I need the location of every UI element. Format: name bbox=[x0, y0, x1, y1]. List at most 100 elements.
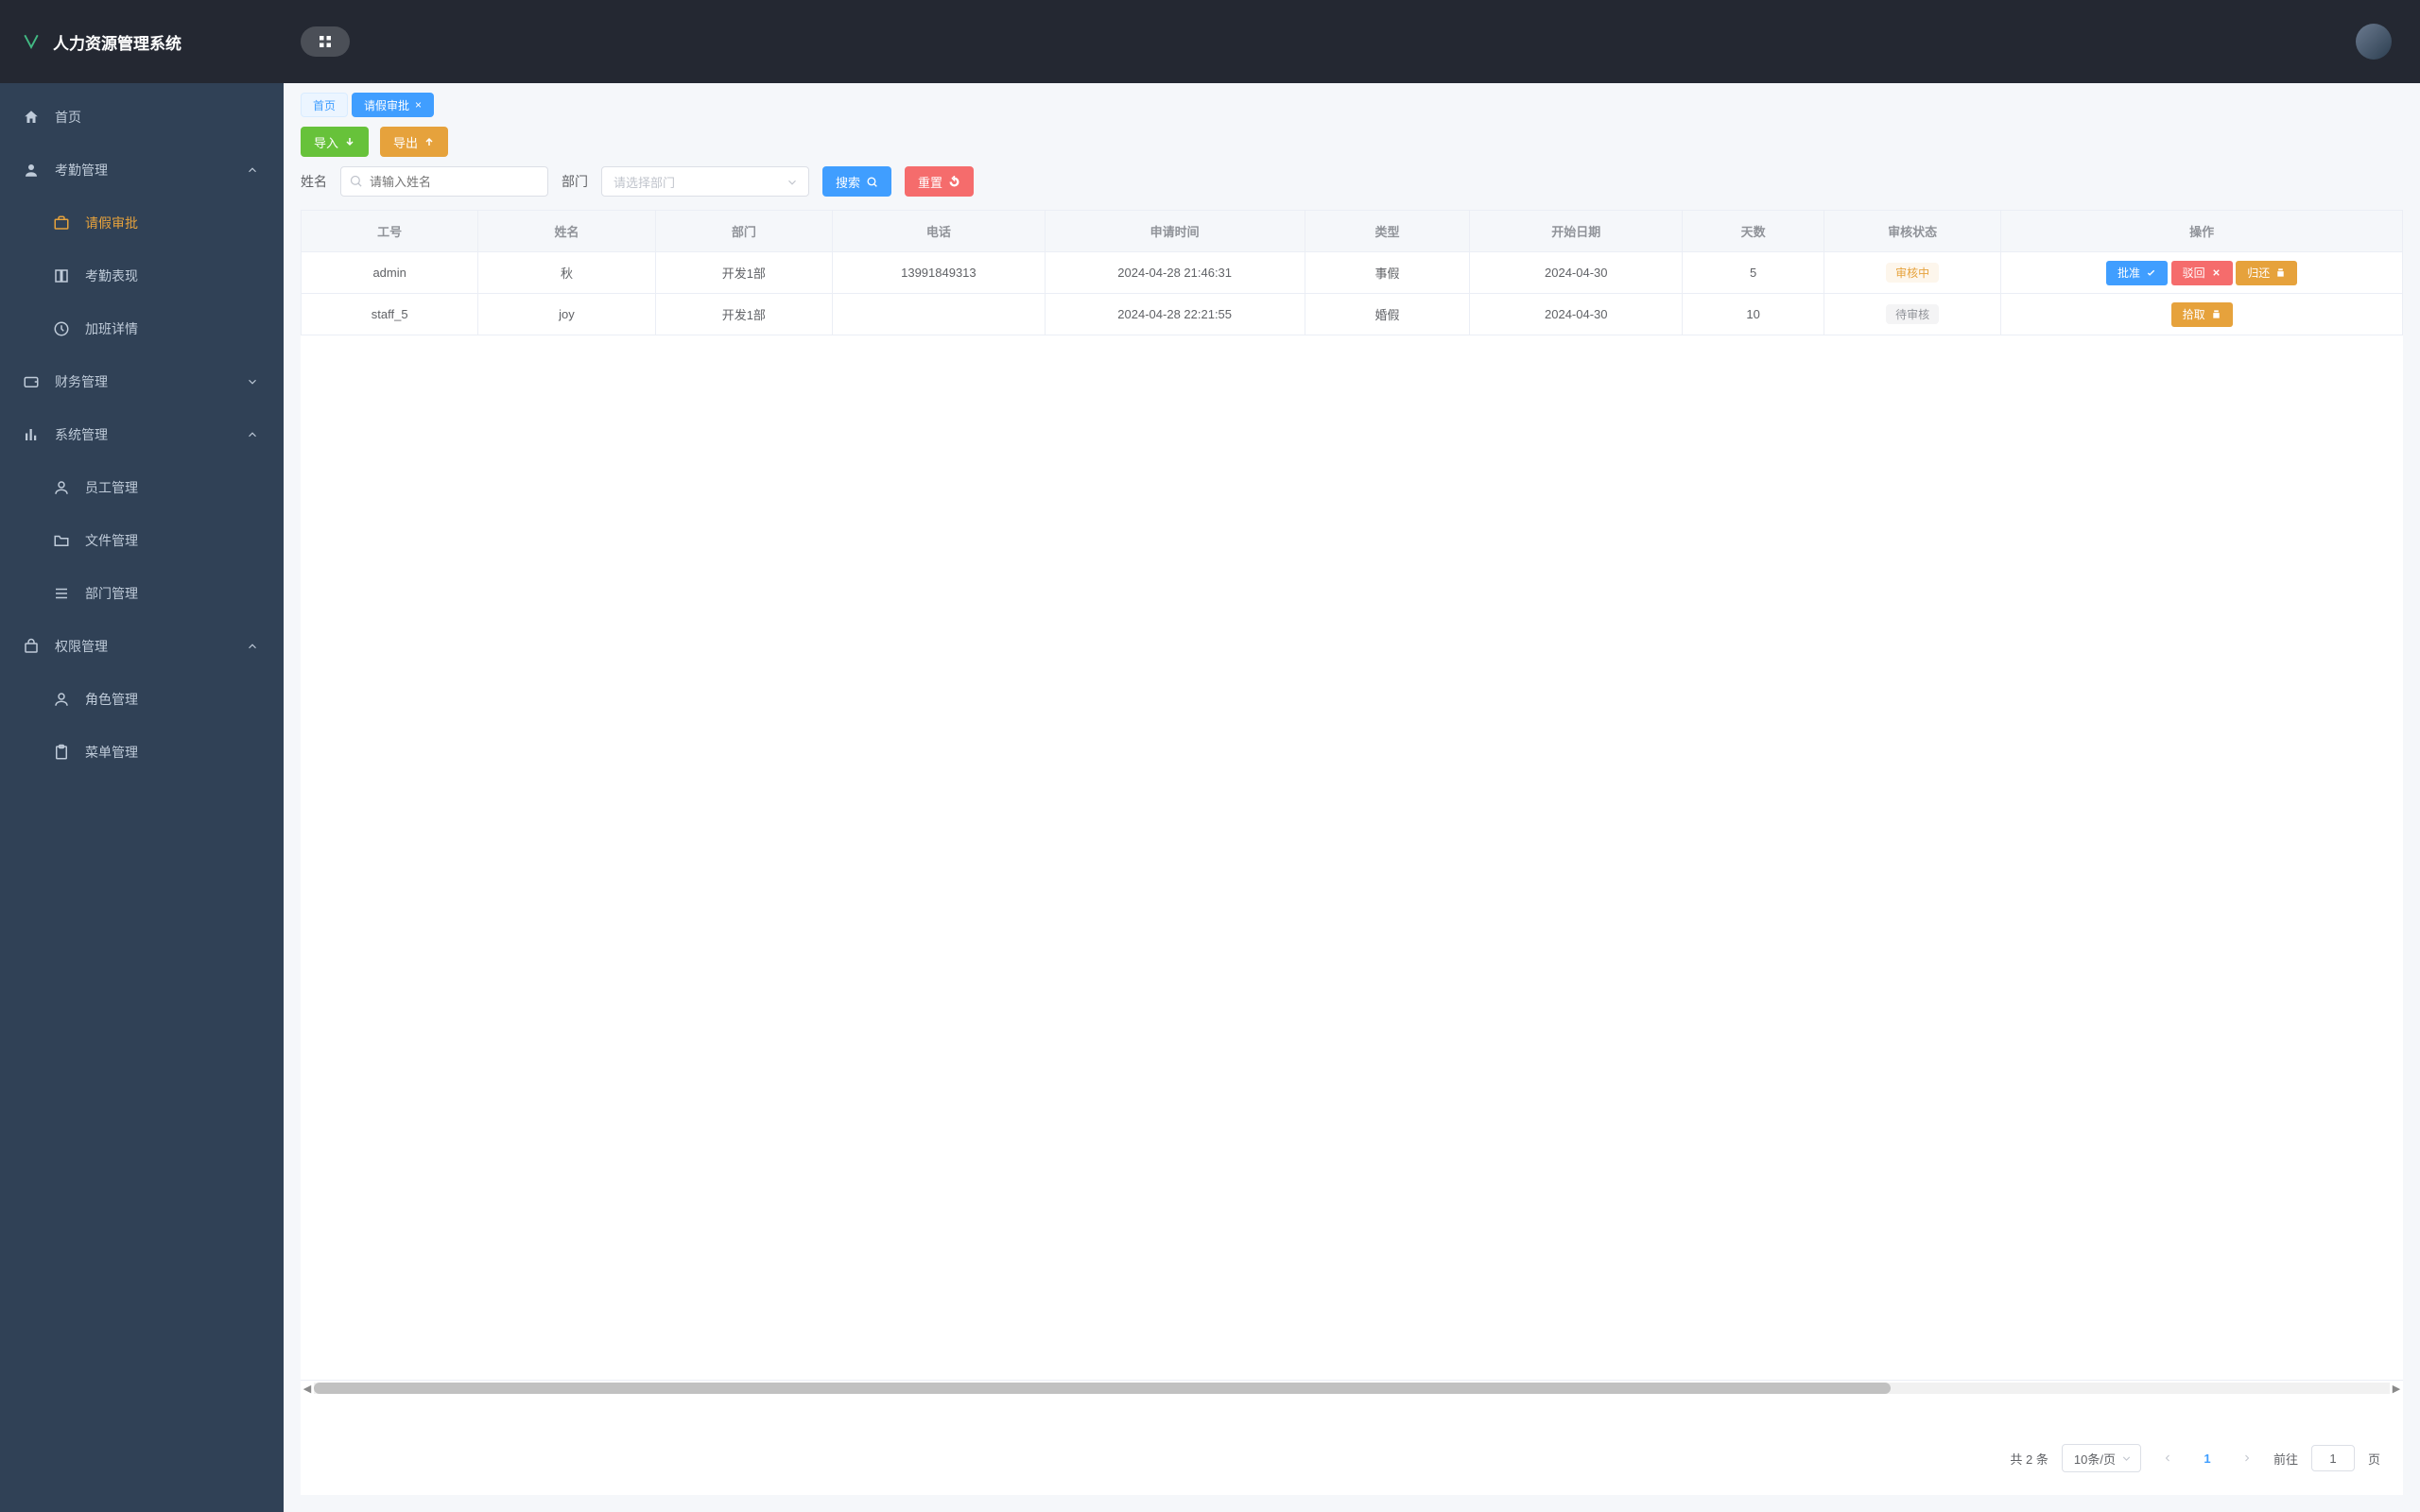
page-size-select[interactable]: 10条/页 bbox=[2062, 1444, 2141, 1472]
content-card: 工号 姓名 部门 电话 申请时间 类型 开始日期 天数 审核状态 操作 admi bbox=[301, 210, 2403, 1495]
button-label: 批准 bbox=[2118, 265, 2140, 281]
approve-button[interactable]: 批准 bbox=[2106, 261, 2168, 285]
person-icon bbox=[53, 691, 70, 708]
tab-bar: 首页 请假审批 × bbox=[284, 83, 2420, 123]
sidebar-group-attendance[interactable]: 考勤管理 bbox=[0, 144, 284, 197]
nav-label: 首页 bbox=[55, 108, 261, 127]
sidebar-item-leave-approval[interactable]: 请假审批 bbox=[0, 197, 284, 249]
sidebar: 首页 考勤管理 请假审批 考勤表现 加班详情 财务管理 bbox=[0, 0, 284, 1512]
reset-button[interactable]: 重置 bbox=[905, 166, 974, 197]
button-label: 驳回 bbox=[2183, 265, 2205, 281]
claim-button[interactable]: 拾取 bbox=[2171, 302, 2233, 327]
button-label: 拾取 bbox=[2183, 306, 2205, 322]
main: 首页 请假审批 × 导入 导出 姓名 部门 请选择部门 bbox=[284, 0, 2420, 1512]
next-page-button[interactable] bbox=[2234, 1445, 2260, 1471]
cell-apply_time: 2024-04-28 21:46:31 bbox=[1045, 252, 1305, 294]
refresh-icon bbox=[948, 176, 960, 188]
cell-days: 10 bbox=[1683, 294, 1824, 335]
logo-icon bbox=[23, 33, 40, 50]
tab-label: 请假审批 bbox=[364, 97, 409, 113]
nav-label: 文件管理 bbox=[85, 531, 261, 550]
collapse-toggle[interactable] bbox=[301, 26, 350, 57]
goto-input[interactable] bbox=[2311, 1445, 2355, 1471]
scroll-right-icon[interactable]: ▶ bbox=[2390, 1382, 2403, 1395]
chart-icon bbox=[23, 426, 40, 443]
close-icon[interactable]: × bbox=[415, 98, 422, 112]
sidebar-item-file[interactable]: 文件管理 bbox=[0, 514, 284, 567]
col-days: 天数 bbox=[1683, 211, 1824, 252]
col-dept: 部门 bbox=[655, 211, 832, 252]
app-title: 人力资源管理系统 bbox=[53, 30, 182, 54]
col-start: 开始日期 bbox=[1470, 211, 1683, 252]
logo: 人力资源管理系统 bbox=[0, 0, 284, 83]
cell-id: admin bbox=[302, 252, 478, 294]
avatar[interactable] bbox=[2356, 24, 2392, 60]
select-value: 10条/页 bbox=[2074, 1450, 2116, 1468]
chevron-left-icon bbox=[2162, 1452, 2173, 1464]
col-phone: 电话 bbox=[832, 211, 1045, 252]
button-label: 导出 bbox=[393, 133, 418, 151]
name-input-wrap bbox=[340, 166, 548, 197]
reject-button[interactable]: 驳回 bbox=[2171, 261, 2233, 285]
nav-label: 系统管理 bbox=[55, 425, 229, 444]
cell-status: 审核中 bbox=[1824, 252, 2001, 294]
scroll-thumb[interactable] bbox=[314, 1383, 1891, 1394]
cell-phone: 13991849313 bbox=[832, 252, 1045, 294]
download-icon bbox=[344, 136, 355, 147]
nav-label: 角色管理 bbox=[85, 690, 261, 709]
search-icon bbox=[349, 174, 363, 188]
folder-icon bbox=[53, 532, 70, 549]
button-label: 重置 bbox=[918, 173, 942, 191]
upload-icon bbox=[424, 136, 435, 147]
nav-label: 加班详情 bbox=[85, 319, 261, 338]
user-icon bbox=[23, 162, 40, 179]
cell-start: 2024-04-30 bbox=[1470, 252, 1683, 294]
dept-select[interactable]: 请选择部门 bbox=[601, 166, 809, 197]
button-label: 搜索 bbox=[836, 173, 860, 191]
chevron-up-icon bbox=[244, 638, 261, 655]
sidebar-item-dept[interactable]: 部门管理 bbox=[0, 567, 284, 620]
topbar: 人力资源管理系统 bbox=[0, 0, 2420, 83]
scroll-left-icon[interactable]: ◀ bbox=[301, 1382, 314, 1395]
sidebar-item-attendance-record[interactable]: 考勤表现 bbox=[0, 249, 284, 302]
cell-type: 事假 bbox=[1305, 252, 1470, 294]
search-button[interactable]: 搜索 bbox=[822, 166, 891, 197]
nav-label: 考勤表现 bbox=[85, 266, 261, 285]
return-button[interactable]: 归还 bbox=[2236, 261, 2297, 285]
sidebar-group-system[interactable]: 系统管理 bbox=[0, 408, 284, 461]
page-number[interactable]: 1 bbox=[2194, 1445, 2221, 1471]
select-placeholder: 请选择部门 bbox=[614, 173, 675, 191]
export-button[interactable]: 导出 bbox=[380, 127, 448, 157]
import-button[interactable]: 导入 bbox=[301, 127, 369, 157]
cell-id: staff_5 bbox=[302, 294, 478, 335]
sidebar-item-overtime[interactable]: 加班详情 bbox=[0, 302, 284, 355]
table-scroller[interactable]: 工号 姓名 部门 电话 申请时间 类型 开始日期 天数 审核状态 操作 admi bbox=[301, 210, 2403, 335]
nav-label: 权限管理 bbox=[55, 637, 229, 656]
cell-name: 秋 bbox=[478, 252, 655, 294]
sidebar-item-staff[interactable]: 员工管理 bbox=[0, 461, 284, 514]
dept-label: 部门 bbox=[562, 172, 588, 191]
sidebar-item-home[interactable]: 首页 bbox=[0, 91, 284, 144]
cell-phone bbox=[832, 294, 1045, 335]
sidebar-item-role[interactable]: 角色管理 bbox=[0, 673, 284, 726]
list-icon bbox=[53, 585, 70, 602]
tab-leave-approval[interactable]: 请假审批 × bbox=[352, 93, 434, 117]
nav-label: 员工管理 bbox=[85, 478, 261, 497]
button-label: 归还 bbox=[2247, 265, 2270, 281]
sidebar-group-finance[interactable]: 财务管理 bbox=[0, 355, 284, 408]
tab-home[interactable]: 首页 bbox=[301, 93, 348, 117]
briefcase-icon bbox=[53, 215, 70, 232]
prev-page-button[interactable] bbox=[2154, 1445, 2181, 1471]
tab-label: 首页 bbox=[313, 97, 336, 113]
clipboard-icon bbox=[53, 744, 70, 761]
nav-label: 考勤管理 bbox=[55, 161, 229, 180]
person-icon bbox=[53, 479, 70, 496]
sidebar-group-permission[interactable]: 权限管理 bbox=[0, 620, 284, 673]
cell-apply_time: 2024-04-28 22:21:55 bbox=[1045, 294, 1305, 335]
name-input[interactable] bbox=[340, 166, 548, 197]
clock-icon bbox=[53, 320, 70, 337]
table-row: staff_5joy开发1部2024-04-28 22:21:55婚假2024-… bbox=[302, 294, 2403, 335]
total-text: 共 2 条 bbox=[2010, 1450, 2048, 1468]
sidebar-item-menu[interactable]: 菜单管理 bbox=[0, 726, 284, 779]
horizontal-scrollbar[interactable]: ◀ ▶ bbox=[301, 1380, 2403, 1395]
